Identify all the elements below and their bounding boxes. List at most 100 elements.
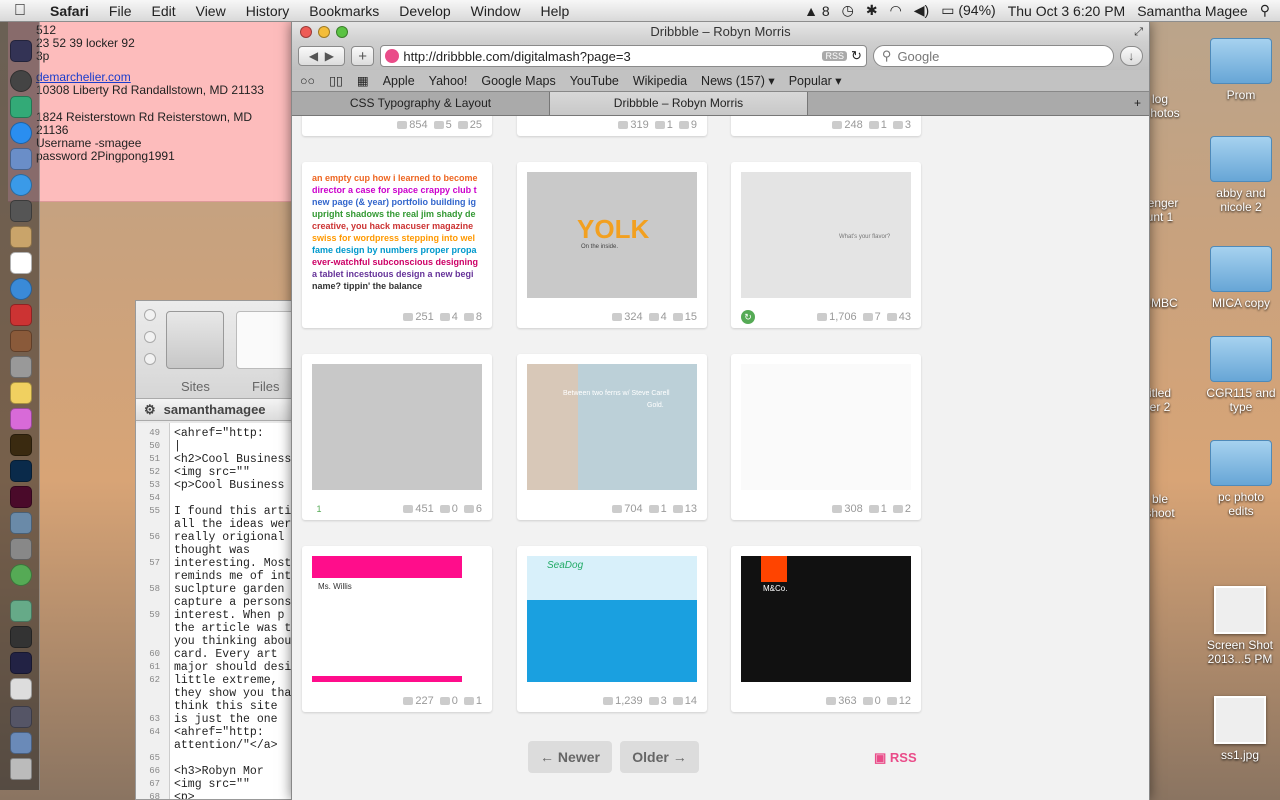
sites-label[interactable]: Sites — [181, 379, 210, 394]
bookmark-youtube[interactable]: YouTube — [570, 74, 619, 88]
bookmark-yahoo[interactable]: Yahoo! — [429, 74, 468, 88]
shot-card[interactable]: M&Co. 363 0 12 — [731, 546, 921, 712]
stat-views[interactable]: 1,239 — [603, 695, 643, 707]
automator-icon[interactable] — [10, 538, 32, 560]
color-picker-icon[interactable] — [10, 408, 32, 430]
shot-card[interactable]: 319 1 9 — [517, 116, 707, 136]
desktop-image-file[interactable]: ss1.jpg — [1200, 696, 1280, 762]
add-bookmark-button[interactable]: + — [350, 46, 375, 66]
stat-likes[interactable]: 12 — [886, 695, 911, 707]
stat-comments[interactable]: 4 — [439, 311, 458, 323]
stat-comments[interactable]: 1 — [868, 119, 887, 131]
bookmark-google-maps[interactable]: Google Maps — [481, 74, 555, 88]
shot-card[interactable]: Ms. Willis 227 0 1 — [302, 546, 492, 712]
application-stack-icon[interactable] — [10, 652, 32, 674]
stat-likes[interactable]: 43 — [886, 311, 911, 323]
bookmark-apple[interactable]: Apple — [383, 74, 415, 88]
stat-likes[interactable]: 6 — [463, 503, 482, 515]
shot-thumbnail[interactable]: M&Co. — [741, 556, 911, 682]
stat-views[interactable]: 451 — [403, 503, 434, 515]
shot-thumbnail[interactable]: SeaDog — [527, 556, 697, 682]
stat-comments[interactable]: 0 — [439, 503, 458, 515]
shot-card[interactable]: an empty cup how i learned to become dire… — [302, 162, 492, 328]
stat-views[interactable]: 227 — [403, 695, 434, 707]
battery-status[interactable]: ▭ (94%) — [941, 2, 995, 19]
reload-icon[interactable]: ↻ — [851, 48, 862, 64]
desktop-folder[interactable]: pc photo edits — [1205, 440, 1277, 518]
rebound-icon[interactable]: ↻ — [741, 310, 755, 324]
tab-css-typography[interactable]: CSS Typography & Layout — [292, 92, 550, 115]
menu-window[interactable]: Window — [461, 3, 531, 19]
shot-thumbnail[interactable] — [741, 364, 911, 490]
stat-likes[interactable]: 1 — [463, 695, 482, 707]
files-label[interactable]: Files — [252, 379, 279, 394]
shot-thumbnail[interactable]: What's your flavor? — [741, 172, 911, 298]
app-store-icon[interactable] — [10, 122, 32, 144]
bluetooth-icon[interactable]: ✱ — [866, 2, 878, 19]
desktop-folder[interactable]: Prom — [1205, 38, 1277, 102]
mission-control-icon[interactable] — [10, 96, 32, 118]
stat-likes[interactable]: 8 — [463, 311, 482, 323]
close-button[interactable] — [300, 26, 312, 38]
launchpad-icon[interactable] — [10, 70, 32, 92]
spotlight-icon[interactable]: ⚲ — [1260, 2, 1270, 19]
volume-icon[interactable]: ◀) — [914, 2, 929, 19]
adobe-status-icon[interactable]: ▲ 8 — [804, 3, 830, 19]
shot-card[interactable]: What's your flavor? ↻ 1,706 7 43 — [731, 162, 921, 328]
stat-views[interactable]: 319 — [618, 119, 649, 131]
wifi-icon[interactable]: ◠ — [890, 2, 902, 19]
contacts-icon[interactable] — [10, 226, 32, 248]
stat-likes[interactable]: 2 — [892, 503, 911, 515]
document-icon[interactable] — [10, 732, 32, 754]
stat-comments[interactable]: 0 — [862, 695, 881, 707]
fullscreen-icon[interactable]: ⤢ — [1134, 22, 1143, 42]
screenshots-stack-icon[interactable] — [10, 706, 32, 728]
clock[interactable]: Thu Oct 3 6:20 PM — [1008, 3, 1126, 19]
photo-booth-icon[interactable] — [10, 304, 32, 326]
shot-card[interactable]: 248 1 3 — [731, 116, 921, 136]
photoshop-icon[interactable] — [10, 460, 32, 482]
safari-icon[interactable] — [10, 174, 32, 196]
bookmark-wikipedia[interactable]: Wikipedia — [633, 74, 687, 88]
stickies-icon[interactable] — [10, 382, 32, 404]
shot-card[interactable]: 308 1 2 — [731, 354, 921, 520]
iphoto-icon[interactable] — [10, 330, 32, 352]
stat-comments[interactable]: 1 — [654, 119, 673, 131]
stat-views[interactable]: 251 — [403, 311, 434, 323]
close-button[interactable] — [144, 309, 156, 321]
shot-thumbnail[interactable]: YOLK On the inside. — [527, 172, 697, 298]
bookmark-popular-folder[interactable]: Popular ▾ — [789, 73, 842, 88]
rss-link[interactable]: ▣ RSS — [874, 750, 917, 766]
stat-likes[interactable]: 25 — [457, 119, 482, 131]
stat-views[interactable]: 1,706 — [817, 311, 857, 323]
menu-help[interactable]: Help — [530, 3, 579, 19]
breadcrumb-user[interactable]: samanthamagee — [164, 402, 266, 417]
stat-comments[interactable]: 5 — [433, 119, 452, 131]
system-preferences-icon[interactable] — [10, 356, 32, 378]
menu-edit[interactable]: Edit — [141, 3, 185, 19]
gear-icon[interactable]: ⚙ — [144, 402, 156, 418]
facetime-icon[interactable] — [10, 200, 32, 222]
minimize-button[interactable] — [144, 331, 156, 343]
menu-view[interactable]: View — [186, 3, 236, 19]
stat-views[interactable]: 308 — [832, 503, 863, 515]
code-editor-window[interactable]: Sites Files ⚙ samanthamagee 49 <ahref="h… — [135, 300, 305, 800]
menu-history[interactable]: History — [236, 3, 300, 19]
desktop-folder[interactable]: MICA copy — [1205, 246, 1277, 310]
stat-views[interactable]: 324 — [612, 311, 643, 323]
note-email-link[interactable]: demarchelier.com — [36, 71, 298, 84]
url-text[interactable]: http://dribbble.com/digitalmash?page=3 — [403, 49, 818, 64]
older-button[interactable]: Older → — [620, 741, 699, 773]
shot-card[interactable]: 854 5 25 — [302, 116, 492, 136]
messages-icon[interactable] — [10, 564, 32, 586]
sites-icon[interactable] — [166, 311, 224, 369]
desktop-folder[interactable]: CGR115 and type — [1205, 336, 1277, 414]
rss-badge[interactable]: RSS — [822, 51, 847, 61]
code-area[interactable]: 49 <ahref="http: 50 | 51 <h2>Cool Business 52… — [136, 423, 304, 799]
shot-thumbnail[interactable]: an empty cup how i learned to become dire… — [312, 172, 482, 298]
trash-icon[interactable] — [10, 758, 32, 780]
bookmark-news-folder[interactable]: News (157) ▾ — [701, 73, 775, 88]
shot-thumbnail[interactable]: Ms. Willis — [312, 556, 482, 682]
menu-develop[interactable]: Develop — [389, 3, 460, 19]
minimize-button[interactable] — [318, 26, 330, 38]
